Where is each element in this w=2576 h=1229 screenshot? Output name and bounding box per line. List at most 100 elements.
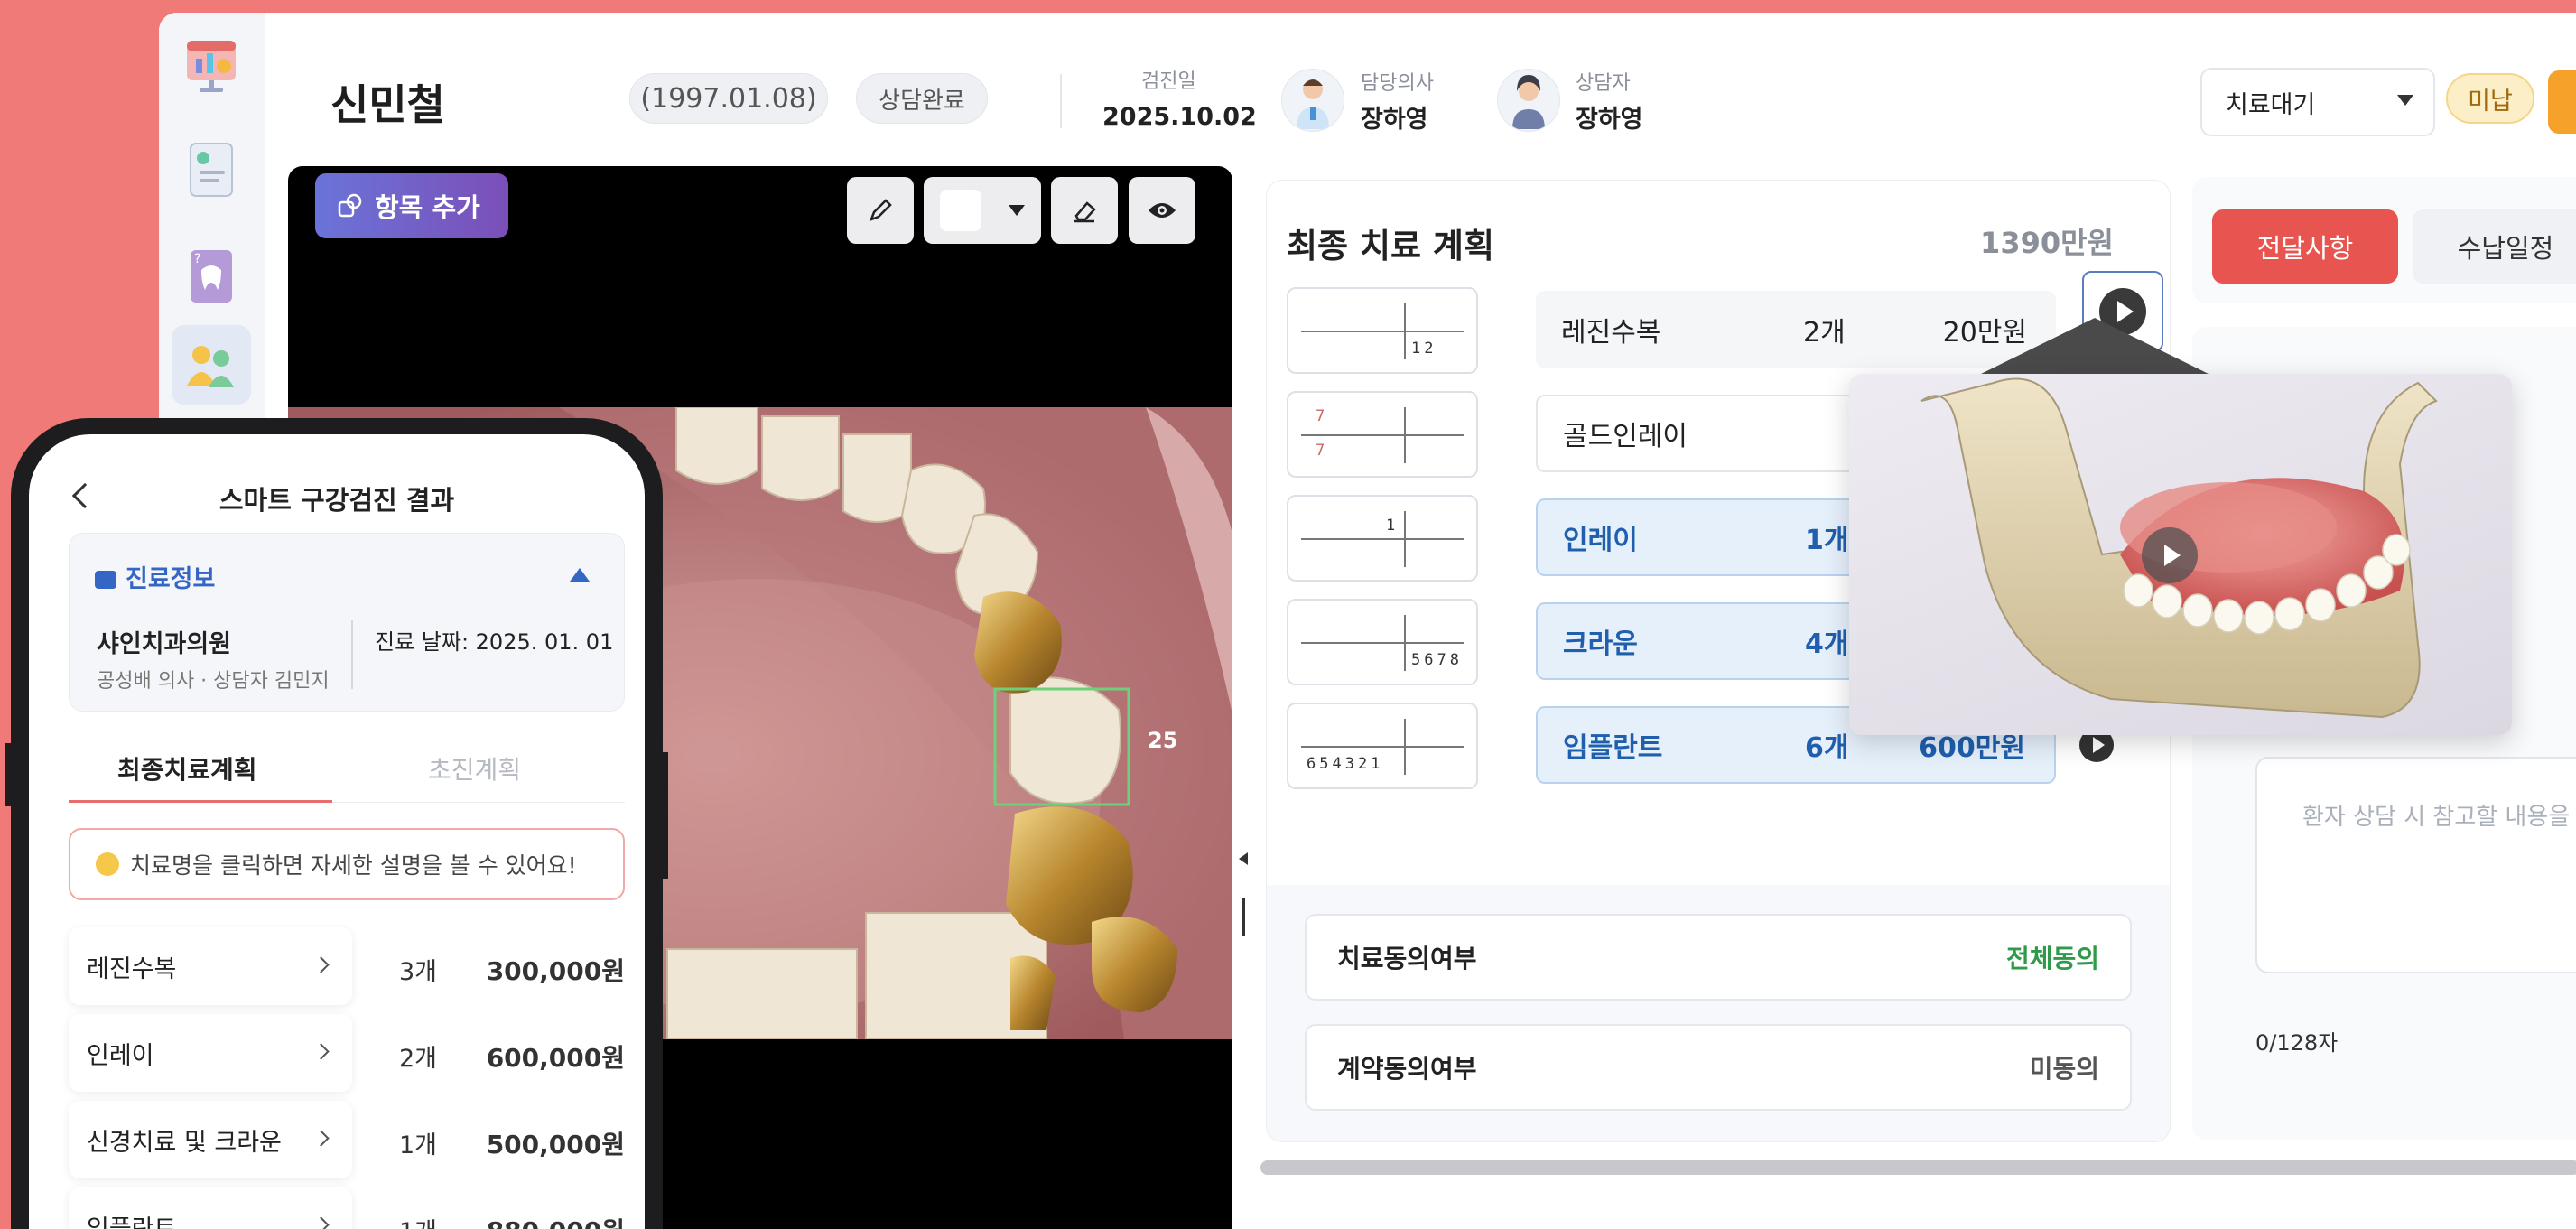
counselor-avatar (1497, 69, 1560, 132)
exam-date: 2025.10.02 (1102, 103, 1257, 131)
counselor-label: 상담자 (1576, 72, 1631, 95)
contract-consent-label: 계약동의여부 (1337, 1054, 1477, 1084)
contract-consent-row: 계약동의여부 미동의 (1305, 1024, 2132, 1111)
patient-birthdate: (1997.01.08) (629, 73, 828, 124)
tab-final-plan[interactable]: 최종치료계획 (117, 750, 257, 787)
consultation-note-input[interactable]: 환자 상담 시 참고할 내용을 (2255, 757, 2576, 973)
tooth-question-icon: ? (191, 250, 232, 303)
header-divider (1060, 74, 1062, 128)
color-swatch (940, 190, 981, 231)
treatment-name-button[interactable]: 임플란트 (69, 1187, 352, 1229)
treatment-name: 신경치료 및 크라운 (87, 1128, 282, 1157)
consultation-people-icon (187, 346, 234, 387)
tab-messages[interactable]: 전달사항 (2212, 209, 2398, 284)
chevron-right-icon (312, 956, 330, 973)
tooth-chart[interactable]: 1 (1287, 495, 1478, 582)
doctor-avatar (1281, 69, 1344, 132)
treatment-consent-row: 치료동의여부 전체동의 (1305, 914, 2132, 1001)
treatment-name-button[interactable]: 신경치료 및 크라운 (69, 1101, 352, 1178)
thinking-face-icon (96, 852, 119, 876)
treatment-row[interactable]: 임플란트 1개 880,000원 (69, 1187, 625, 1229)
shapes-icon (338, 193, 362, 218)
tooth-chart-lower: 5678 (1411, 651, 1463, 669)
play-icon[interactable] (2142, 527, 2198, 583)
contract-consent-value: 미동의 (2029, 1054, 2099, 1084)
doctor-label: 담당의사 (1361, 72, 1434, 95)
collapse-up-icon[interactable] (570, 568, 590, 582)
counselor-name: 장하영 (1576, 106, 1643, 134)
right-panel-tabs: 전달사항 수납일정 (2192, 177, 2576, 303)
phone-side-button (661, 752, 668, 879)
patient-name: 신민철 (330, 80, 445, 129)
char-count: 0/128자 (2255, 1030, 2339, 1056)
chevron-down-icon (1009, 205, 1025, 216)
pen-tool-button[interactable] (847, 177, 914, 244)
treatment-name-button[interactable]: 인레이 (69, 1014, 352, 1092)
doctor-avatar-icon (1297, 79, 1329, 129)
mobile-page-title: 스마트 구강검진 결과 (219, 485, 455, 516)
treatment-count: 1개 (399, 1212, 437, 1229)
treatment-price: 300,000원 (486, 956, 625, 986)
treatment-video-popup[interactable] (1849, 374, 2512, 735)
tooth-chart[interactable]: 5678 (1287, 599, 1478, 685)
tab-initial-plan[interactable]: 초진계획 (428, 750, 521, 787)
tooth-chart[interactable]: 654321 (1287, 703, 1478, 789)
treatment-name: 레진수복 (87, 954, 177, 983)
tooth-chart[interactable]: 12 (1287, 287, 1478, 374)
chevron-right-icon (312, 1216, 330, 1229)
treatment-status-value: 치료대기 (2226, 90, 2316, 119)
color-picker-button[interactable] (924, 177, 1041, 244)
plan-row-count: 4개 (1805, 628, 1849, 660)
resize-handle[interactable] (1242, 898, 1245, 936)
tab-payment-schedule[interactable]: 수납일정 (2413, 209, 2576, 284)
tab-active-indicator (69, 800, 332, 803)
action-button-partial[interactable] (2548, 70, 2576, 134)
info-heading[interactable]: 진료정보 (95, 559, 215, 594)
hint-banner: 치료명을 클릭하면 자세한 설명을 볼 수 있어요! (69, 828, 625, 900)
treatment-row[interactable]: 레진수복 3개 300,000원 (69, 927, 625, 1005)
sidebar-item-schedule[interactable] (172, 25, 251, 105)
treatment-price: 600,000원 (486, 1043, 625, 1073)
treatment-status-select[interactable]: 치료대기 (2200, 68, 2435, 136)
plan-row-count: 2개 (1803, 317, 1846, 349)
eraser-icon (1074, 201, 1096, 223)
add-item-button[interactable]: 항목 추가 (315, 173, 508, 238)
treatment-name-button[interactable]: 레진수복 (69, 927, 352, 1005)
collapse-arrow-icon[interactable] (1239, 852, 1248, 865)
treatment-price: 880,000원 (487, 1212, 625, 1229)
horizontal-scrollbar[interactable] (1260, 1160, 2576, 1175)
sidebar-item-consultation[interactable] (172, 325, 251, 405)
mobile-screen: 스마트 구강검진 결과 진료정보 샤인치과의원 공성배 의사 · 상담자 김민지… (29, 434, 645, 1229)
treatment-row[interactable]: 신경치료 및 크라운 1개 500,000원 (69, 1101, 625, 1178)
visit-date: 진료 날짜: 2025. 01. 01 (375, 629, 614, 655)
plan-total: 1390만원 (1980, 226, 2114, 260)
tooth-chart-lower: 654321 (1307, 755, 1384, 773)
payment-status-badge[interactable]: 미납 (2446, 73, 2534, 124)
counselor-avatar-icon (1512, 75, 1545, 129)
treatment-name: 임플란트 (87, 1215, 177, 1229)
scrollbar-thumb[interactable] (1260, 1160, 2576, 1175)
eraser-tool-button[interactable] (1051, 177, 1118, 244)
exam-date-label: 검진일 (1141, 70, 1196, 93)
visibility-toggle-button[interactable] (1129, 177, 1195, 244)
treatment-count: 2개 (399, 1045, 438, 1073)
popup-pointer (1977, 318, 2212, 376)
calendar-chart-icon (187, 41, 236, 92)
tooth-chart-upper: 7 (1316, 407, 1329, 425)
tooth-chart-upper: 1 (1386, 517, 1400, 535)
treatment-consent-label: 치료동의여부 (1337, 944, 1477, 973)
treatment-price: 500,000원 (486, 1130, 625, 1159)
treatment-row[interactable]: 인레이 2개 600,000원 (69, 1014, 625, 1092)
doctor-name: 장하영 (1361, 106, 1428, 134)
treatment-count: 3개 (399, 958, 438, 986)
tooth-chart-lower: 7 (1316, 442, 1329, 460)
svg-text:?: ? (194, 252, 200, 266)
tooth-chart[interactable]: 7 7 (1287, 391, 1478, 478)
plan-row-name: 임플란트 (1563, 732, 1663, 764)
phone-side-button (5, 743, 13, 806)
chevron-right-icon (312, 1130, 330, 1147)
plan-row-count: 1개 (1805, 525, 1849, 556)
sidebar-item-records[interactable] (172, 130, 251, 209)
chevron-right-icon (312, 1043, 330, 1060)
sidebar-item-diagnosis[interactable]: ? (172, 235, 251, 314)
